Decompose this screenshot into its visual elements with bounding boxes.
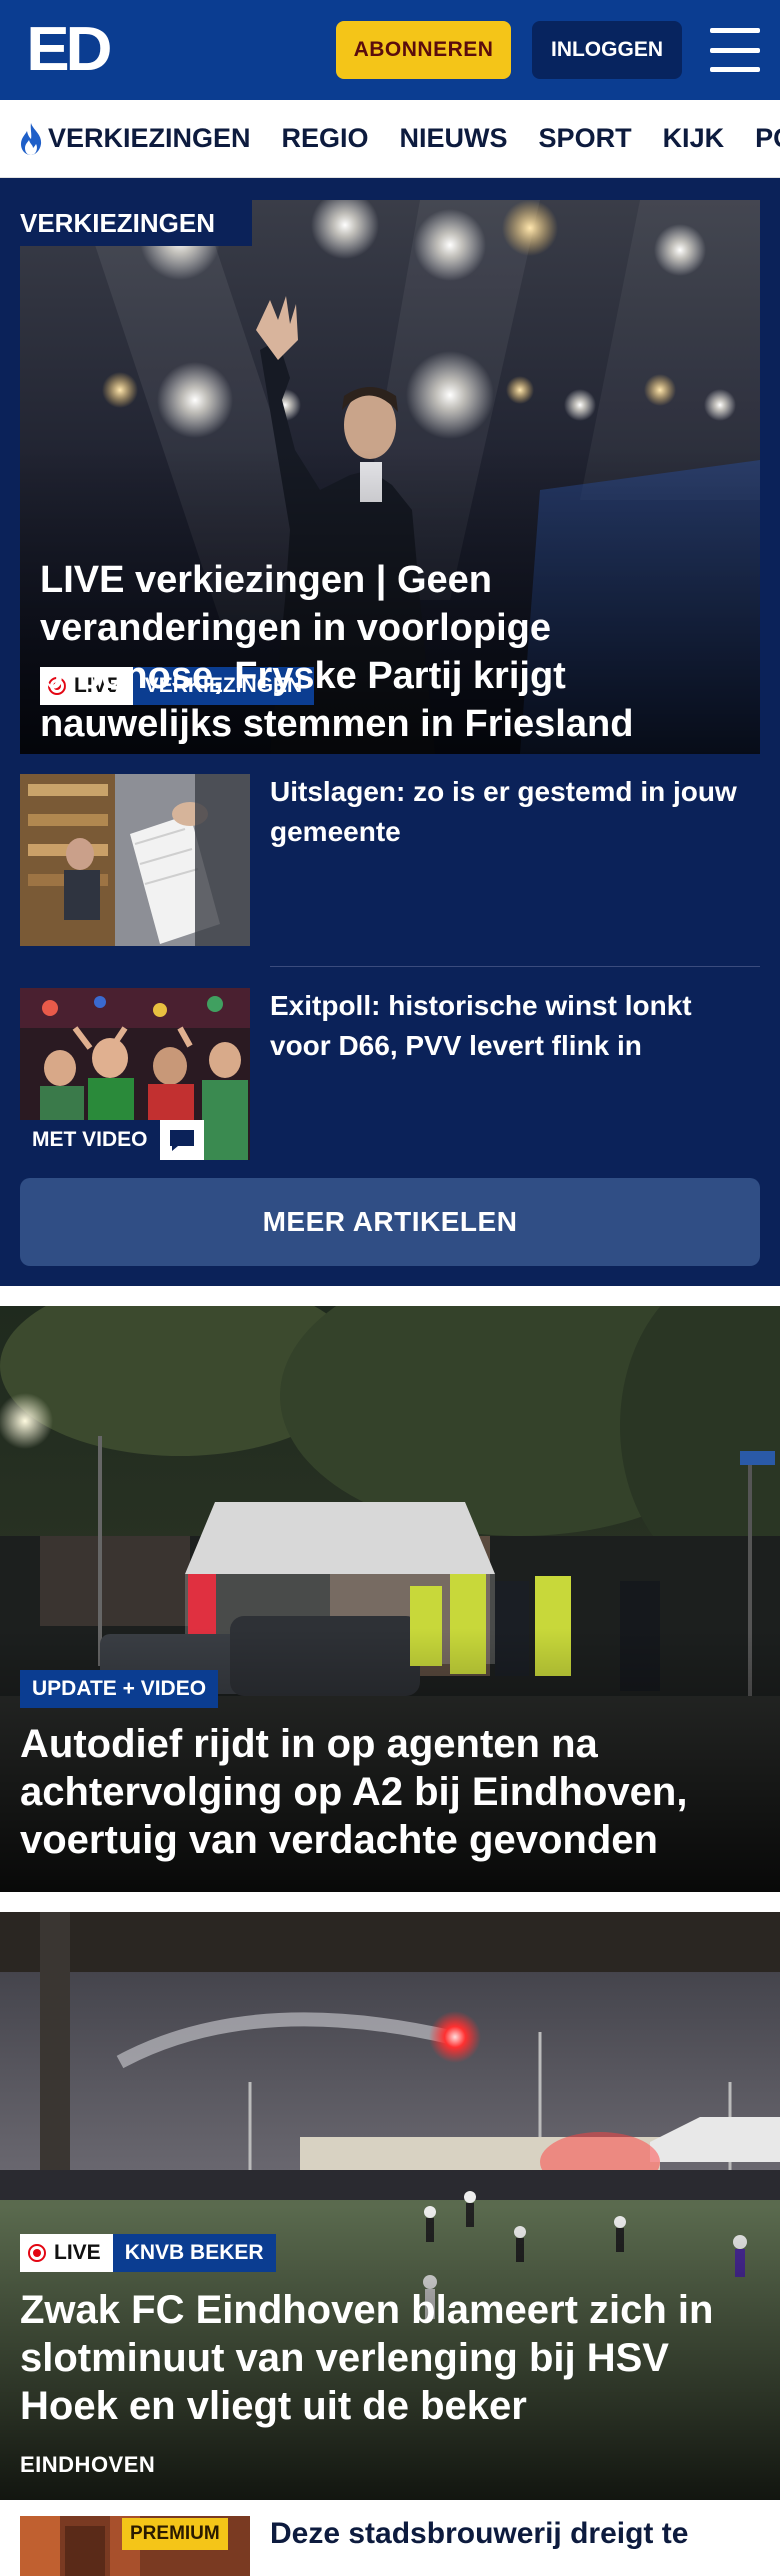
article-card[interactable]: LIVE KNVB BEKER Zwak FC Eindhoven blamee… [0, 1912, 780, 2500]
chat-icon [159, 1120, 204, 1160]
article-title[interactable]: Deze stadsbrouwerij dreigt te [270, 2514, 688, 2576]
article-thumbnail: MET VIDEO [20, 988, 250, 1160]
live-badge: LIVE [20, 2234, 113, 2272]
nav-item-podcasts[interactable]: PODC [755, 123, 780, 154]
live-dot-icon [28, 2244, 46, 2262]
hero-article[interactable]: VERKIEZINGEN LIVE VERKIEZINGEN LIVE verk… [20, 200, 760, 754]
article-card[interactable]: UPDATE + VIDEO Autodief rijdt in op agen… [0, 1306, 780, 1892]
nav-item-kijk[interactable]: KIJK [663, 123, 725, 154]
list-item[interactable]: Uitslagen: zo is er gestemd in jouw geme… [20, 774, 760, 946]
more-articles-button[interactable]: MEER ARTIKELEN [20, 1178, 760, 1266]
nav-item-sport[interactable]: SPORT [539, 123, 632, 154]
list-item[interactable]: MET VIDEO Exitpoll: historische winst lo… [20, 988, 760, 1160]
nav-item-verkiezingen[interactable]: VERKIEZINGEN [18, 122, 251, 156]
main-nav: VERKIEZINGEN REGIO NIEUWS SPORT KIJK POD… [0, 100, 780, 178]
site-logo[interactable]: ED [18, 19, 112, 81]
video-badge: MET VIDEO [20, 1120, 204, 1160]
hamburger-menu-icon[interactable] [710, 28, 760, 72]
login-button[interactable]: INLOGGEN [532, 21, 682, 79]
article-title[interactable]: Exitpoll: historische winst lonkt voor D… [270, 986, 760, 1160]
election-section: VERKIEZINGEN LIVE VERKIEZINGEN LIVE verk… [0, 178, 780, 1286]
nav-item-regio[interactable]: REGIO [282, 123, 369, 154]
card-badges: LIVE KNVB BEKER [20, 2234, 276, 2272]
card-title[interactable]: Autodief rijdt in op agenten na achtervo… [20, 1720, 750, 1864]
hero-title[interactable]: LIVE verkiezingen | Geen veranderingen i… [40, 556, 740, 748]
video-badge-label: MET VIDEO [20, 1120, 160, 1160]
article-thumbnail [20, 774, 250, 946]
flame-icon [21, 122, 42, 155]
section-label[interactable]: VERKIEZINGEN [20, 200, 252, 246]
subscribe-button[interactable]: ABONNEREN [336, 21, 511, 79]
card-title[interactable]: Zwak FC Eindhoven blameert zich in slotm… [20, 2286, 750, 2430]
nav-item-nieuws[interactable]: NIEUWS [400, 123, 508, 154]
premium-badge: PREMIUM [122, 2518, 228, 2550]
card-location: EINDHOVEN [20, 2452, 156, 2477]
site-header: ED ABONNEREN INLOGGEN [0, 0, 780, 100]
update-badge: UPDATE + VIDEO [20, 1670, 219, 1708]
category-badge: KNVB BEKER [112, 2234, 276, 2272]
divider [270, 966, 760, 967]
card-badges: UPDATE + VIDEO [20, 1670, 219, 1708]
article-title[interactable]: Uitslagen: zo is er gestemd in jouw geme… [270, 772, 760, 946]
